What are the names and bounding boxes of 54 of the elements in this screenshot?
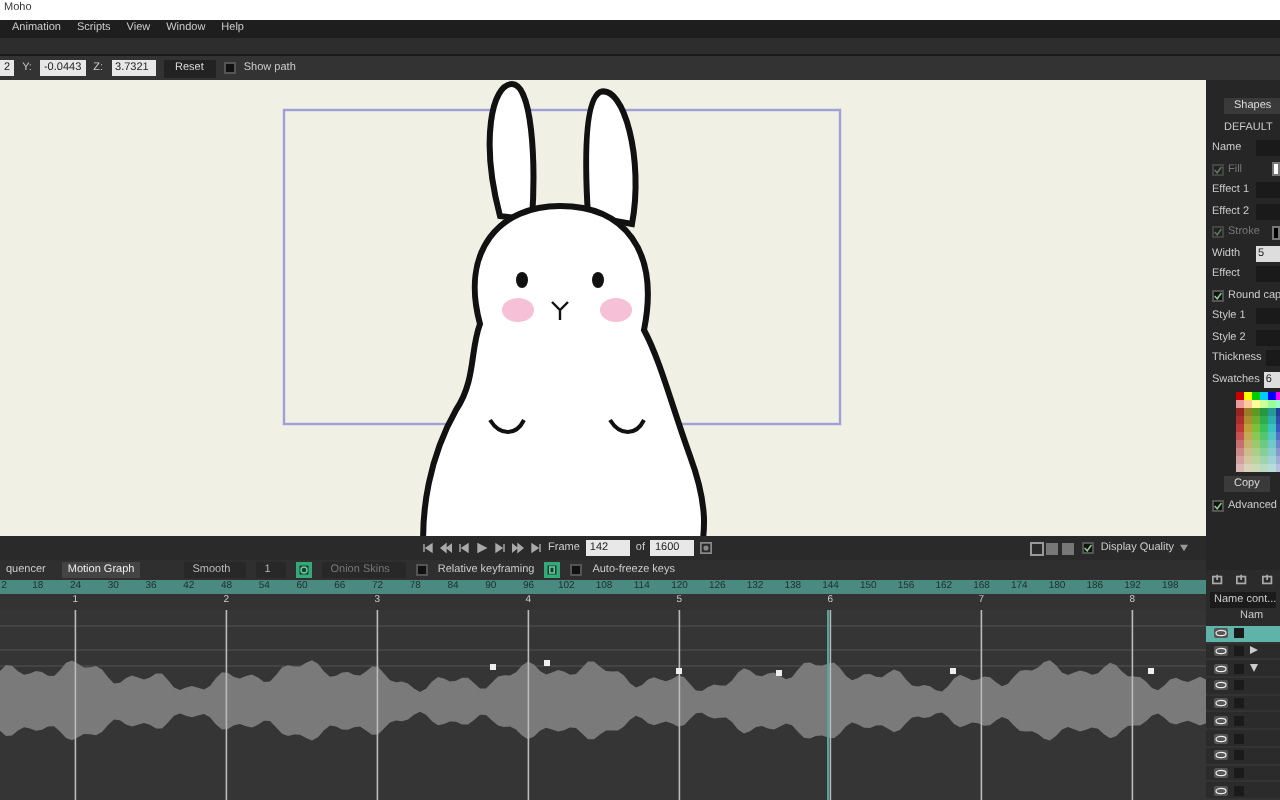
layer-swatch — [1234, 645, 1244, 656]
keyframe-marker[interactable] — [1148, 668, 1154, 674]
layer-swatch — [1234, 680, 1244, 691]
layer-swatch — [1234, 663, 1244, 674]
checkbox[interactable] — [223, 62, 236, 74]
eye-icon[interactable] — [1214, 680, 1228, 691]
layer-swatch — [1234, 628, 1244, 639]
layer-swatch — [1234, 785, 1244, 796]
keyframe-marker[interactable] — [676, 668, 682, 674]
layer-swatch — [1234, 733, 1244, 744]
keyframe-marker[interactable] — [776, 670, 782, 676]
eye-icon[interactable] — [1214, 733, 1228, 744]
view-layout-icon[interactable] — [1030, 541, 1077, 555]
layer-swatch — [1234, 768, 1244, 778]
keyframe-marker[interactable] — [544, 660, 550, 666]
play-icon[interactable] — [476, 542, 488, 554]
layer-row[interactable] — [1206, 730, 1280, 748]
eye-icon[interactable] — [1214, 698, 1228, 709]
eye-icon[interactable] — [1214, 750, 1228, 761]
caret-icon[interactable] — [1180, 544, 1188, 552]
onion-icon[interactable] — [296, 562, 313, 578]
keyframe-marker[interactable] — [490, 664, 496, 670]
layer-row[interactable] — [1206, 625, 1280, 644]
first-frame-icon[interactable] — [422, 542, 434, 554]
eye-icon[interactable] — [1214, 628, 1228, 639]
checkbox[interactable] — [1212, 499, 1224, 512]
record-icon[interactable] — [700, 542, 713, 554]
layer-row[interactable] — [1206, 782, 1280, 800]
layer-row[interactable] — [1206, 643, 1280, 661]
layer-row[interactable] — [1206, 678, 1280, 696]
checkbox[interactable] — [1212, 289, 1224, 302]
eye-icon[interactable] — [1214, 715, 1228, 726]
layer-swatch — [1234, 715, 1244, 726]
layer-swatch — [1234, 750, 1244, 761]
layer-row[interactable] — [1206, 712, 1280, 731]
eye-icon[interactable] — [1214, 663, 1228, 674]
eye-icon[interactable] — [1214, 785, 1228, 796]
eye-icon[interactable] — [1214, 768, 1228, 778]
checkbox[interactable] — [415, 564, 428, 576]
previous-frame-icon[interactable] — [458, 542, 470, 554]
eye-icon[interactable] — [1214, 645, 1228, 656]
layer-row[interactable] — [1206, 695, 1280, 713]
checkbox[interactable] — [1082, 542, 1095, 554]
next-frame-icon[interactable] — [494, 542, 506, 554]
layer-swatch — [1234, 698, 1244, 709]
last-frame-icon[interactable] — [530, 542, 542, 554]
previous-keyframe-icon[interactable] — [440, 542, 452, 554]
checkbox[interactable] — [570, 564, 583, 576]
layer-row[interactable] — [1206, 765, 1280, 783]
layer-row[interactable] — [1206, 660, 1280, 679]
layer-row[interactable] — [1206, 747, 1280, 766]
keyframe-icon[interactable] — [544, 562, 561, 578]
next-keyframe-icon[interactable] — [512, 542, 524, 554]
keyframe-marker[interactable] — [950, 668, 956, 674]
